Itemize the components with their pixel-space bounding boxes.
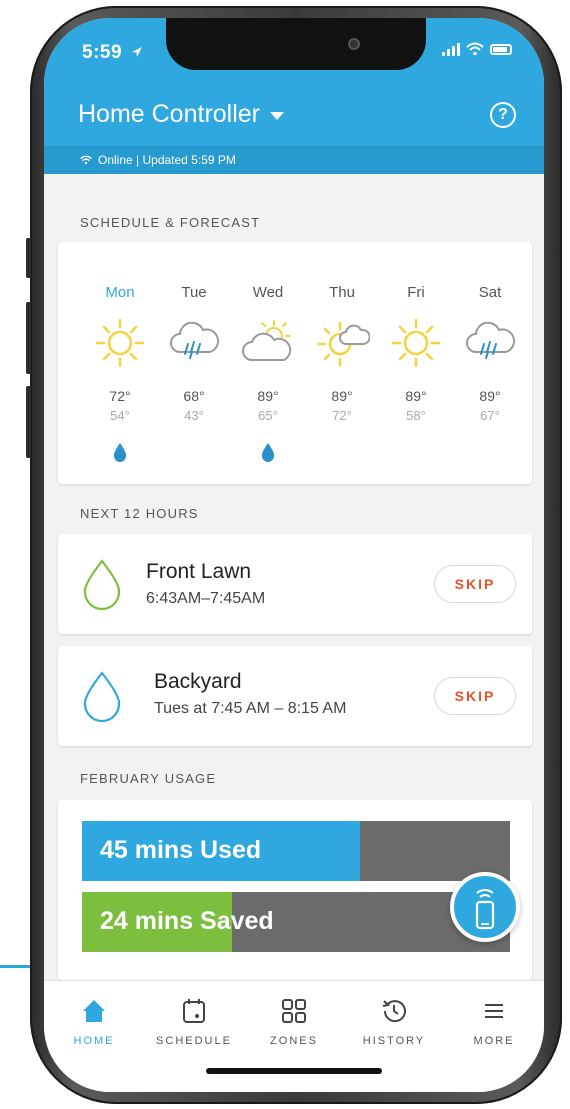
signal-icon <box>442 42 460 56</box>
minutes-used-text: 45 mins Used <box>100 836 262 864</box>
high-temp: 89° <box>479 388 501 404</box>
rain-cloud-icon <box>466 321 516 359</box>
tab-label: MORE <box>473 1035 515 1047</box>
home-indicator <box>206 1068 382 1074</box>
status-time: 5:59 <box>82 42 143 64</box>
remote-control-button[interactable] <box>450 872 520 942</box>
water-drop-icon <box>83 559 121 610</box>
tab-home[interactable]: HOME <box>44 991 144 1047</box>
tab-more[interactable]: MORE <box>444 991 544 1047</box>
rain-cloud-icon <box>170 321 220 359</box>
controller-selector[interactable]: Home Controller <box>78 100 285 129</box>
wifi-icon <box>466 42 484 56</box>
home-icon <box>83 1000 105 1022</box>
tab-label: ZONES <box>270 1035 318 1047</box>
help-button[interactable]: ? <box>490 102 516 128</box>
sun-icon <box>95 318 145 368</box>
high-temp: 89° <box>405 388 427 404</box>
wifi-small-icon <box>80 155 92 165</box>
tab-zones[interactable]: ZONES <box>244 991 344 1047</box>
low-temp: 58° <box>406 408 426 423</box>
day-name: Mon <box>105 284 135 301</box>
zone-time: Tues at 7:45 AM – 8:15 AM <box>154 700 347 717</box>
volume-up-button <box>26 302 31 374</box>
high-temp: 89° <box>331 388 353 404</box>
forecast-card[interactable]: Mon 72° 54° Tue 68° 43° Wed 89° 65° Thu … <box>58 242 532 484</box>
tab-label: SCHEDULE <box>156 1035 232 1047</box>
high-temp: 89° <box>257 388 279 404</box>
sun-cloud-icon <box>317 321 370 367</box>
rain-drop-icon <box>261 443 275 462</box>
volume-down-button <box>26 386 31 458</box>
calendar-icon <box>183 999 205 1023</box>
question-icon: ? <box>498 106 508 123</box>
history-icon <box>382 1000 406 1023</box>
next-hours-section-label: NEXT 12 HOURS <box>80 506 199 521</box>
zone-card-front-lawn[interactable]: Front Lawn 6:43AM–7:45AM SKIP <box>58 534 532 634</box>
skip-button[interactable]: SKIP <box>434 565 516 603</box>
high-temp: 72° <box>109 388 131 404</box>
tab-history[interactable]: HISTORY <box>344 991 444 1047</box>
low-temp: 72° <box>332 408 352 423</box>
grid-icon <box>282 999 306 1023</box>
page-title: Home Controller <box>78 100 261 128</box>
low-temp: 65° <box>258 408 278 423</box>
tab-label: HOME <box>73 1035 115 1047</box>
high-temp: 68° <box>183 388 205 404</box>
skip-button[interactable]: SKIP <box>434 677 516 715</box>
minutes-saved-text: 24 mins Saved <box>100 907 274 935</box>
online-status-bar: Online | Updated 5:59 PM <box>44 146 544 174</box>
zone-name: Backyard <box>154 670 242 693</box>
status-icons <box>442 42 512 56</box>
tab-schedule[interactable]: SCHEDULE <box>144 991 244 1047</box>
sun-icon <box>391 318 441 368</box>
chevron-down-icon <box>270 112 285 120</box>
day-name: Fri <box>407 284 425 301</box>
partly-sunny-icon <box>242 320 292 361</box>
rain-drop-icon <box>113 443 127 462</box>
low-temp: 67° <box>480 408 500 423</box>
day-name: Wed <box>252 284 284 301</box>
day-name: Sat <box>478 284 502 301</box>
usage-section-label: FEBRUARY USAGE <box>80 771 217 786</box>
notch <box>166 18 426 70</box>
tab-label: HISTORY <box>362 1035 426 1047</box>
day-name: Tue <box>181 284 207 301</box>
location-arrow-icon <box>131 47 142 57</box>
forecast-section-label: SCHEDULE & FORECAST <box>80 215 261 230</box>
decorative-line <box>0 965 30 968</box>
low-temp: 54° <box>110 408 130 423</box>
minutes-used-bar: 45 mins Used <box>82 821 510 881</box>
online-status-text: Online | Updated 5:59 PM <box>98 153 236 167</box>
mute-switch <box>26 238 31 278</box>
battery-icon <box>490 43 512 55</box>
bottom-tab-bar: HOME SCHEDULE ZONES HISTORY MORE <box>44 980 544 1092</box>
menu-icon <box>485 1004 503 1018</box>
zone-name: Front Lawn <box>146 560 252 583</box>
minutes-saved-bar: 24 mins Saved <box>82 892 510 952</box>
day-name: Thu <box>329 284 355 301</box>
camera <box>348 38 360 50</box>
zone-time: 6:43AM–7:45AM <box>146 590 266 607</box>
phone-wifi-icon <box>475 889 495 930</box>
water-drop-icon <box>83 671 121 722</box>
low-temp: 43° <box>184 408 204 423</box>
zone-card-backyard[interactable]: Backyard Tues at 7:45 AM – 8:15 AM SKIP <box>58 646 532 746</box>
phone-screen: 5:59 Home Controller ? Online | Updated … <box>44 18 544 1092</box>
